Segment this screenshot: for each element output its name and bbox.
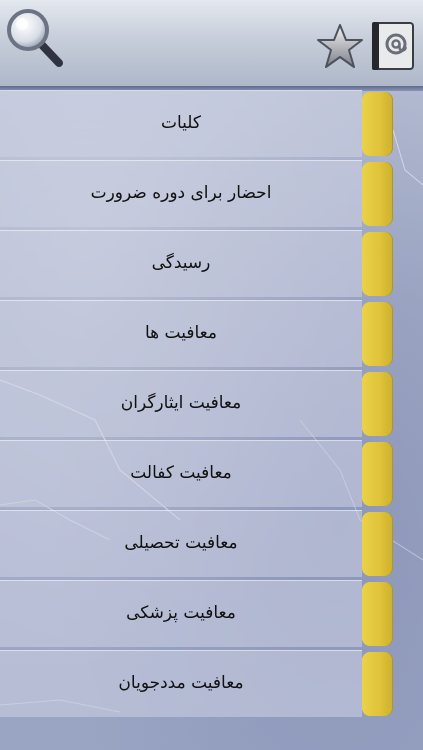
list-item-veterans-exemption[interactable]: معافیت ایثارگران (0, 370, 393, 437)
list-item-tab (362, 582, 393, 646)
search-button[interactable] (4, 6, 64, 68)
star-icon (317, 24, 363, 68)
list-item-medical-exemption[interactable]: معافیت پزشکی (0, 580, 393, 647)
list-item-call-up[interactable]: احضار برای دوره ضرورت (0, 160, 393, 227)
list-item-label: معافیت پزشکی (126, 603, 236, 623)
contact-button[interactable] (370, 20, 416, 72)
top-bar (0, 0, 423, 86)
magnifier-icon (7, 9, 63, 67)
list-item-tab (362, 302, 393, 366)
list-item-tab (362, 372, 393, 436)
list-item-education-exemption[interactable]: معافیت تحصیلی (0, 510, 393, 577)
list-item-tab (362, 512, 393, 576)
list-item-label: معافیت مددجویان (118, 673, 244, 693)
list-item-general[interactable]: کلیات (0, 90, 393, 157)
list-item-tab (362, 162, 393, 226)
list-item-tab (362, 232, 393, 296)
list-item-welfare-exemption[interactable]: معافیت مددجویان (0, 650, 393, 717)
address-book-icon (372, 22, 414, 70)
list-item-tab (362, 92, 393, 156)
list-item-guardianship-exemption[interactable]: معافیت کفالت (0, 440, 393, 507)
list-item-tab (362, 442, 393, 506)
list-item-label: کلیات (160, 113, 202, 133)
list-item-review[interactable]: رسیدگی (0, 230, 393, 297)
favorites-button[interactable] (316, 23, 364, 69)
list-item-label: معافیت ها (145, 323, 217, 343)
list-item-label: احضار برای دوره ضرورت (90, 183, 272, 203)
list-item-label: معافیت تحصیلی (124, 533, 238, 553)
list-item-label: رسیدگی (151, 253, 211, 273)
list-item-tab (362, 652, 393, 716)
list-item-label: معافیت کفالت (130, 463, 232, 483)
list-item-exemptions[interactable]: معافیت ها (0, 300, 393, 367)
list-item-label: معافیت ایثارگران (120, 393, 242, 413)
